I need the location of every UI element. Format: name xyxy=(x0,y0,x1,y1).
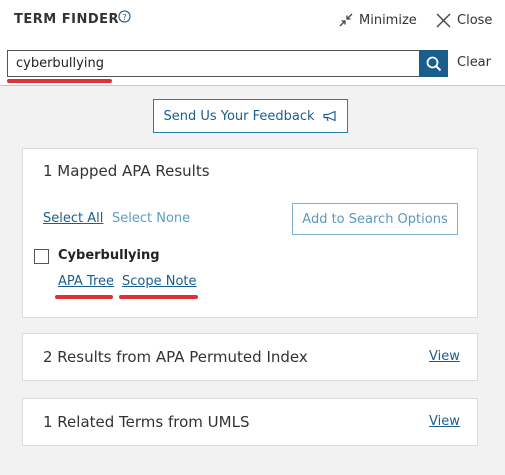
mapped-results-card: 1 Mapped APA Results Select All Select N… xyxy=(22,148,478,318)
add-to-search-options-button[interactable]: Add to Search Options xyxy=(292,203,458,235)
close-x-icon xyxy=(436,13,451,27)
annotation-underline-scope-note xyxy=(119,295,198,299)
term-checkbox[interactable] xyxy=(34,249,49,264)
panel-title: TERM FINDER xyxy=(14,12,119,27)
feedback-button[interactable]: Send Us Your Feedback xyxy=(153,99,348,133)
minimize-arrows-icon xyxy=(339,13,353,27)
permuted-index-view-link[interactable]: View xyxy=(429,349,460,364)
feedback-label: Send Us Your Feedback xyxy=(163,108,315,124)
annotation-underline-search xyxy=(7,79,112,83)
select-none-link[interactable]: Select None xyxy=(112,211,190,226)
annotation-underline-apa-tree xyxy=(55,295,113,299)
select-all-link[interactable]: Select All xyxy=(43,211,103,226)
term-name: Cyberbullying xyxy=(58,248,160,263)
apa-tree-link[interactable]: APA Tree xyxy=(58,274,114,289)
mapped-results-title: 1 Mapped APA Results xyxy=(43,162,210,180)
search-input[interactable] xyxy=(7,50,420,77)
svg-text:?: ? xyxy=(122,12,126,22)
umls-title: 1 Related Terms from UMLS xyxy=(43,413,250,431)
search-bar xyxy=(7,50,448,77)
megaphone-icon xyxy=(322,110,336,121)
search-icon xyxy=(426,56,441,71)
minimize-button[interactable]: Minimize xyxy=(339,10,417,30)
permuted-index-title: 2 Results from APA Permuted Index xyxy=(43,348,308,366)
term-finder-header: TERM FINDER ? Minimize Close Clear xyxy=(0,0,505,86)
umls-view-link[interactable]: View xyxy=(429,414,460,429)
close-button[interactable]: Close xyxy=(435,10,492,30)
scope-note-link[interactable]: Scope Note xyxy=(122,274,197,289)
permuted-index-card: 2 Results from APA Permuted Index View xyxy=(22,333,478,381)
search-button[interactable] xyxy=(419,50,448,77)
close-label: Close xyxy=(457,12,493,28)
minimize-label: Minimize xyxy=(359,12,417,28)
umls-card: 1 Related Terms from UMLS View xyxy=(22,398,478,446)
help-circle-icon[interactable]: ? xyxy=(118,10,131,23)
clear-button[interactable]: Clear xyxy=(457,55,491,70)
